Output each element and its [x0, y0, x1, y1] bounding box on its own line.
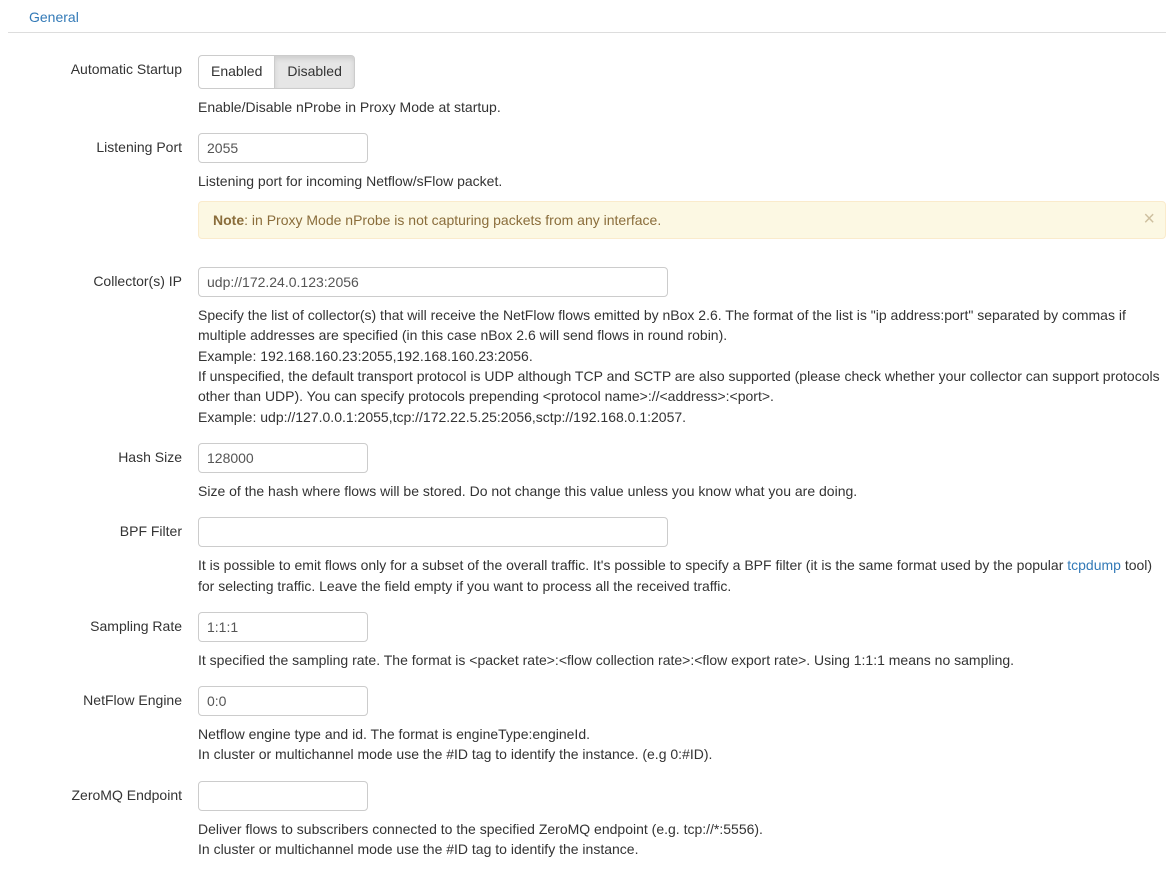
- help-collectors-1: Specify the list of collector(s) that wi…: [198, 307, 1126, 343]
- field-sampling: It specified the sampling rate. The form…: [198, 612, 1166, 670]
- row-listening-port: Listening Port Listening port for incomi…: [8, 133, 1166, 239]
- row-bpf: BPF Filter It is possible to emit flows …: [8, 517, 1166, 596]
- tcpdump-link[interactable]: tcpdump: [1067, 557, 1121, 573]
- field-bpf: It is possible to emit flows only for a …: [198, 517, 1166, 596]
- hash-input[interactable]: [198, 443, 368, 473]
- row-hash: Hash Size Size of the hash where flows w…: [8, 443, 1166, 501]
- help-zmq: Deliver flows to subscribers connected t…: [198, 819, 1166, 860]
- help-hash: Size of the hash where flows will be sto…: [198, 481, 1166, 501]
- field-hash: Size of the hash where flows will be sto…: [198, 443, 1166, 501]
- help-collectors: Specify the list of collector(s) that wi…: [198, 305, 1166, 427]
- row-zmq: ZeroMQ Endpoint Deliver flows to subscri…: [8, 781, 1166, 860]
- note-text: : in Proxy Mode nProbe is not capturing …: [244, 212, 661, 228]
- help-bpf-pre: It is possible to emit flows only for a …: [198, 557, 1067, 573]
- help-collectors-2: Example: 192.168.160.23:2055,192.168.160…: [198, 348, 533, 364]
- label-sampling: Sampling Rate: [8, 612, 198, 670]
- help-collectors-3: If unspecified, the default transport pr…: [198, 368, 1160, 404]
- help-engine-1: Netflow engine type and id. The format i…: [198, 726, 590, 742]
- field-collectors: Specify the list of collector(s) that wi…: [198, 267, 1166, 427]
- row-engine: NetFlow Engine Netflow engine type and i…: [8, 686, 1166, 765]
- label-listening-port: Listening Port: [8, 133, 198, 239]
- help-engine-2: In cluster or multichannel mode use the …: [198, 746, 712, 762]
- tab-general[interactable]: General: [16, 0, 92, 33]
- field-engine: Netflow engine type and id. The format i…: [198, 686, 1166, 765]
- label-bpf: BPF Filter: [8, 517, 198, 596]
- engine-input[interactable]: [198, 686, 368, 716]
- startup-enabled-button[interactable]: Enabled: [198, 55, 275, 89]
- help-zmq-2: In cluster or multichannel mode use the …: [198, 841, 638, 857]
- note-label: Note: [213, 212, 244, 228]
- help-zmq-1: Deliver flows to subscribers connected t…: [198, 821, 763, 837]
- startup-disabled-button[interactable]: Disabled: [275, 55, 354, 89]
- label-engine: NetFlow Engine: [8, 686, 198, 765]
- sampling-input[interactable]: [198, 612, 368, 642]
- label-hash: Hash Size: [8, 443, 198, 501]
- label-automatic-startup: Automatic Startup: [8, 55, 198, 117]
- help-engine: Netflow engine type and id. The format i…: [198, 724, 1166, 765]
- help-sampling: It specified the sampling rate. The form…: [198, 650, 1166, 670]
- help-bpf: It is possible to emit flows only for a …: [198, 555, 1166, 596]
- close-icon[interactable]: ×: [1143, 208, 1155, 231]
- form-area: Automatic Startup Enabled Disabled Enabl…: [8, 33, 1166, 859]
- note-alert: Note: in Proxy Mode nProbe is not captur…: [198, 201, 1166, 239]
- label-zmq: ZeroMQ Endpoint: [8, 781, 198, 860]
- field-listening-port: Listening port for incoming Netflow/sFlo…: [198, 133, 1166, 239]
- page-container: General Automatic Startup Enabled Disabl…: [0, 0, 1174, 859]
- help-listening-port: Listening port for incoming Netflow/sFlo…: [198, 171, 1166, 191]
- field-zmq: Deliver flows to subscribers connected t…: [198, 781, 1166, 860]
- listening-port-input[interactable]: [198, 133, 368, 163]
- startup-toggle: Enabled Disabled: [198, 55, 355, 89]
- help-automatic-startup: Enable/Disable nProbe in Proxy Mode at s…: [198, 97, 1166, 117]
- bpf-input[interactable]: [198, 517, 668, 547]
- help-collectors-4: Example: udp://127.0.0.1:2055,tcp://172.…: [198, 409, 686, 425]
- row-collectors: Collector(s) IP Specify the list of coll…: [8, 267, 1166, 427]
- zmq-input[interactable]: [198, 781, 368, 811]
- label-collectors: Collector(s) IP: [8, 267, 198, 427]
- collectors-input[interactable]: [198, 267, 668, 297]
- row-automatic-startup: Automatic Startup Enabled Disabled Enabl…: [8, 55, 1166, 117]
- field-automatic-startup: Enabled Disabled Enable/Disable nProbe i…: [198, 55, 1166, 117]
- row-sampling: Sampling Rate It specified the sampling …: [8, 612, 1166, 670]
- tab-bar: General: [8, 0, 1166, 33]
